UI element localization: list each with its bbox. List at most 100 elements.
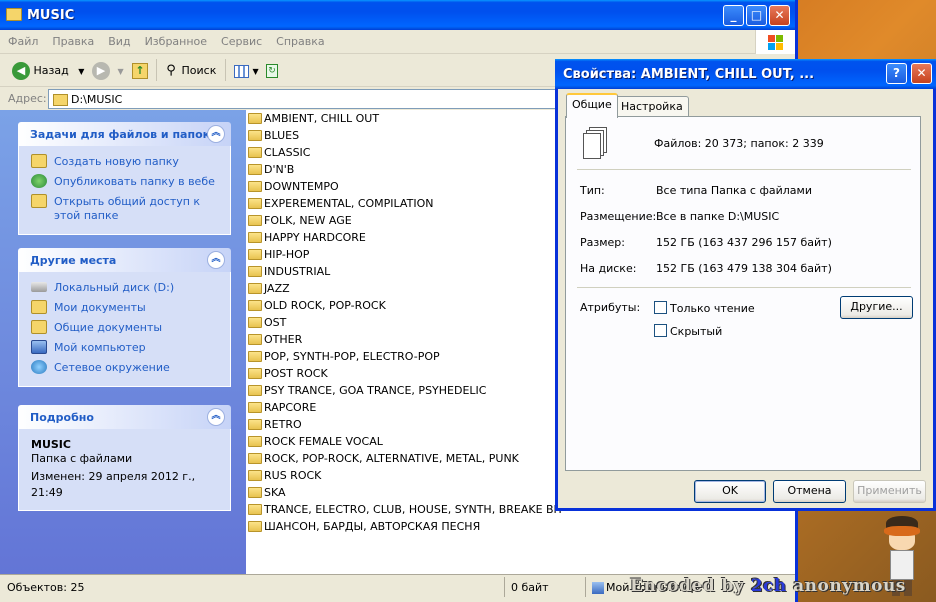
collapse-icon[interactable]: ︽ [207, 125, 225, 143]
folder-item[interactable]: CLASSIC [248, 144, 310, 161]
globe-icon [31, 174, 47, 188]
menu-favorites[interactable]: Избранное [137, 30, 213, 48]
folder-icon [248, 316, 262, 328]
search-button[interactable]: ⚲ Поиск [164, 60, 216, 82]
collapse-icon[interactable]: ︽ [207, 251, 225, 269]
folder-item[interactable]: OLD ROCK, POP-ROCK [248, 297, 386, 314]
properties-titlebar[interactable]: Свойства: AMBIENT, CHILL OUT, ... ? ✕ [555, 59, 936, 89]
folder-item[interactable]: ШАНСОН, БАРДЫ, АВТОРСКАЯ ПЕСНЯ [248, 518, 480, 535]
file-tasks-header[interactable]: Задачи для файлов и папок ︽ [18, 122, 231, 146]
back-button[interactable]: ◀ Назад ▼ [12, 60, 84, 82]
place-label: Локальный диск (D:) [54, 281, 175, 294]
folder-icon [248, 146, 262, 158]
size-label: Размер: [580, 236, 625, 249]
minimize-button[interactable]: _ [723, 5, 744, 26]
folder-item[interactable]: RUS ROCK [248, 467, 321, 484]
close-button[interactable]: ✕ [911, 63, 932, 84]
status-divider [504, 577, 505, 597]
back-dropdown-icon[interactable]: ▼ [78, 67, 84, 76]
folder-item[interactable]: DOWNTEMPO [248, 178, 339, 195]
file-tasks-title: Задачи для файлов и папок [30, 128, 211, 141]
sync-button[interactable]: ↻ [266, 60, 278, 82]
task-label: Открыть общий доступ к этой папке [54, 195, 201, 222]
task-share-folder[interactable]: Открыть общий доступ к этой папке [31, 192, 220, 226]
folder-item[interactable]: PSY TRANCE, GOA TRANCE, PSYHEDELIC [248, 382, 486, 399]
folder-item[interactable]: FOLK, NEW AGE [248, 212, 352, 229]
network-icon [31, 360, 47, 374]
back-arrow-icon: ◀ [12, 62, 30, 80]
details-type: Папка с файлами [31, 452, 133, 465]
menu-help[interactable]: Справка [268, 30, 330, 48]
folder-item[interactable]: HIP-HOP [248, 246, 309, 263]
folder-name: ROCK FEMALE VOCAL [264, 435, 383, 448]
folder-item[interactable]: AMBIENT, CHILL OUT [248, 110, 379, 127]
forward-button[interactable]: ▶ ▼ [92, 60, 124, 82]
separator [577, 169, 911, 170]
folder-item[interactable]: INDUSTRIAL [248, 263, 330, 280]
computer-icon [31, 340, 47, 354]
folder-item[interactable]: D'N'B [248, 161, 294, 178]
folder-name: TRANCE, ELECTRO, CLUB, HOUSE, SYNTH, BRE… [264, 503, 564, 516]
details-modified: Изменен: 29 апреля 2012 г., 21:49 [31, 470, 196, 499]
close-button[interactable]: ✕ [769, 5, 790, 26]
tab-general[interactable]: Общие [566, 93, 618, 118]
folder-item[interactable]: POP, SYNTH-POP, ELECTRO-POP [248, 348, 440, 365]
place-shared-documents[interactable]: Общие документы [31, 318, 220, 338]
folder-item[interactable]: RAPCORE [248, 399, 316, 416]
folder-icon [248, 452, 262, 464]
folder-icon [248, 197, 262, 209]
collapse-icon[interactable]: ︽ [207, 408, 225, 426]
task-pane: Задачи для файлов и папок ︽ Создать нову… [0, 110, 246, 574]
advanced-attributes-button[interactable]: Другие... [840, 296, 913, 319]
folder-item[interactable]: EXPEREMENTAL, COMPILATION [248, 195, 433, 212]
task-new-folder[interactable]: Создать новую папку [31, 152, 220, 172]
folder-item[interactable]: ROCK, POP-ROCK, ALTERNATIVE, METAL, PUNK [248, 450, 519, 467]
folder-icon [248, 350, 262, 362]
task-publish-web[interactable]: Опубликовать папку в вебе [31, 172, 220, 192]
details-panel: Подробно ︽ MUSIC Папка с файлами Изменен… [18, 405, 231, 511]
menu-tools[interactable]: Сервис [213, 30, 268, 48]
help-button[interactable]: ? [886, 63, 907, 84]
folder-item[interactable]: BLUES [248, 127, 299, 144]
folder-item[interactable]: OTHER [248, 331, 302, 348]
folder-name: ROCK, POP-ROCK, ALTERNATIVE, METAL, PUNK [264, 452, 519, 465]
folder-item[interactable]: SKA [248, 484, 286, 501]
folder-icon [248, 180, 262, 192]
details-header[interactable]: Подробно ︽ [18, 405, 231, 429]
folder-item[interactable]: OST [248, 314, 286, 331]
apply-button[interactable]: Применить [853, 480, 926, 503]
other-places-header[interactable]: Другие места ︽ [18, 248, 231, 272]
up-folder-button[interactable]: ↑ [132, 60, 148, 82]
menu-file[interactable]: Файл [0, 30, 44, 48]
size-on-disk-value: 152 ГБ (163 479 138 304 байт) [656, 262, 832, 275]
views-button[interactable]: ▼ [234, 60, 259, 82]
folder-item[interactable]: HAPPY HARDCORE [248, 229, 366, 246]
folder-item[interactable]: JAZZ [248, 280, 290, 297]
size-value: 152 ГБ (163 437 296 157 байт) [656, 236, 832, 249]
task-label: Создать новую папку [54, 155, 179, 168]
folder-name: SKA [264, 486, 286, 499]
readonly-label[interactable]: Только чтение [670, 302, 755, 315]
menu-edit[interactable]: Правка [44, 30, 100, 48]
place-network[interactable]: Сетевое окружение [31, 358, 220, 378]
folder-item[interactable]: TRANCE, ELECTRO, CLUB, HOUSE, SYNTH, BRE… [248, 501, 564, 518]
place-my-documents[interactable]: Мои документы [31, 298, 220, 318]
folder-item[interactable]: ROCK FEMALE VOCAL [248, 433, 383, 450]
folder-icon [53, 94, 68, 106]
menu-view[interactable]: Вид [100, 30, 136, 48]
explorer-titlebar[interactable]: MUSIC _ □ ✕ [0, 0, 795, 30]
cancel-button[interactable]: Отмена [773, 480, 846, 503]
watermark-prefix: Encoded by [630, 576, 751, 596]
attributes-label: Атрибуты: [580, 301, 641, 314]
readonly-checkbox[interactable] [654, 301, 667, 314]
ok-button[interactable]: OK [694, 480, 766, 503]
hidden-checkbox[interactable] [654, 324, 667, 337]
place-local-disk[interactable]: Локальный диск (D:) [31, 278, 220, 298]
forward-dropdown-icon[interactable]: ▼ [118, 67, 124, 76]
hidden-label[interactable]: Скрытый [670, 325, 722, 338]
maximize-button[interactable]: □ [746, 5, 767, 26]
tab-customize[interactable]: Настройка [615, 96, 689, 117]
folder-item[interactable]: RETRO [248, 416, 302, 433]
folder-item[interactable]: POST ROCK [248, 365, 328, 382]
place-my-computer[interactable]: Мой компьютер [31, 338, 220, 358]
